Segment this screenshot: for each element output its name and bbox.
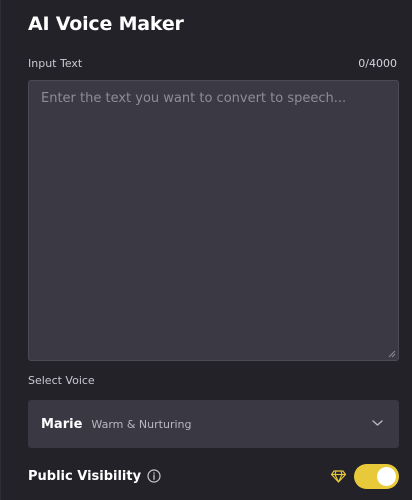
diamond-icon	[331, 469, 346, 483]
resize-handle-icon[interactable]	[388, 350, 396, 358]
chevron-down-icon	[372, 420, 383, 426]
page-title: AI Voice Maker	[28, 13, 184, 35]
input-text-label: Input Text	[28, 57, 83, 70]
toggle-knob	[377, 466, 396, 486]
selected-voice-name: Marie	[41, 416, 83, 432]
public-visibility-label: Public Visibility	[28, 468, 142, 484]
character-counter: 0/4000	[358, 57, 397, 70]
select-voice-label: Select Voice	[28, 374, 95, 387]
input-label-row: Input Text 0/4000	[28, 57, 397, 70]
voice-maker-panel: AI Voice Maker Input Text 0/4000 Select …	[0, 0, 412, 500]
input-text-area[interactable]	[29, 81, 398, 360]
info-icon[interactable]	[147, 469, 161, 483]
selected-voice-description: Warm & Nurturing	[91, 417, 192, 431]
voice-select-dropdown[interactable]: Marie Warm & Nurturing	[28, 400, 399, 448]
public-visibility-toggle[interactable]	[354, 463, 399, 489]
input-text-container	[28, 80, 399, 361]
public-visibility-row: Public Visibility	[28, 463, 399, 489]
